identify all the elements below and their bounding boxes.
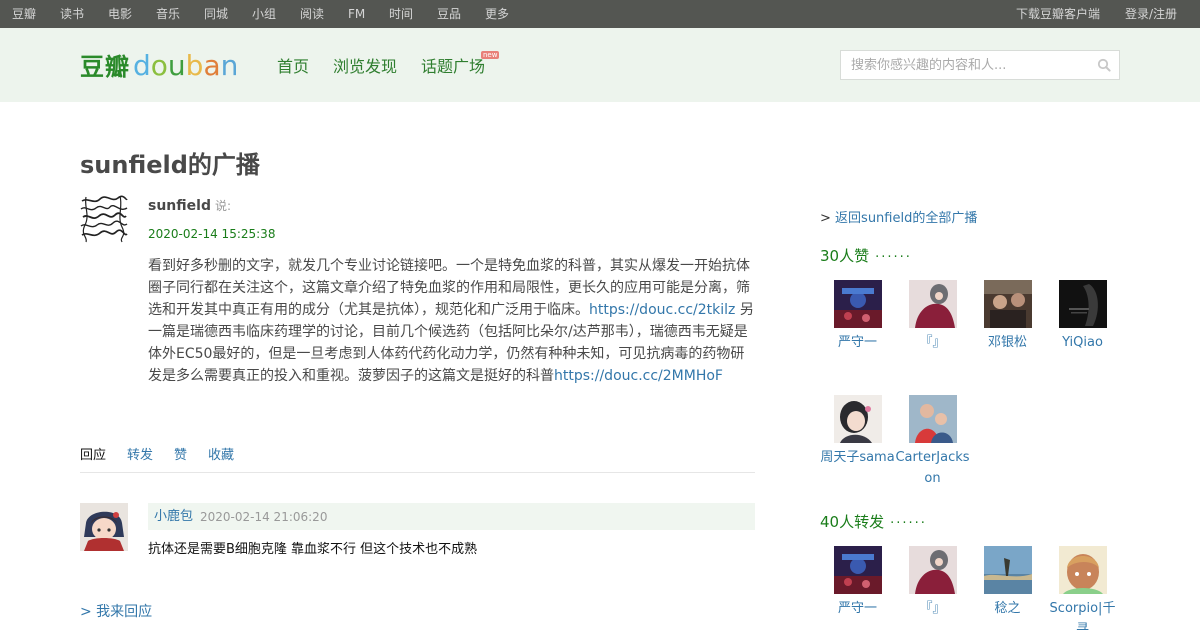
resharer: 严守一: [820, 546, 895, 619]
global-nav-item-local[interactable]: 同城: [204, 7, 228, 21]
reshares-section-title: 40人转发 ······: [820, 512, 927, 534]
logo-letter: n: [220, 49, 239, 82]
reply-time: 2020-02-14 21:06:20: [200, 510, 328, 524]
search-input[interactable]: [851, 51, 1091, 79]
liker: 严守一: [820, 280, 895, 353]
global-nav-item-more[interactable]: 更多: [485, 7, 509, 21]
back-link-arrow: >: [820, 211, 831, 226]
reply-meta: 小鹿包 2020-02-14 21:06:20: [148, 503, 755, 530]
tab-reply[interactable]: 回应: [80, 447, 106, 464]
resharer-avatar[interactable]: [983, 546, 1032, 594]
post-time[interactable]: 2020-02-14 15:25:38: [148, 227, 275, 242]
author-line: sunfield 说:: [148, 197, 231, 215]
new-badge: new: [481, 51, 500, 59]
resharer-name[interactable]: 稔之: [970, 598, 1045, 619]
nav-topics[interactable]: 话题广场: [421, 58, 485, 76]
resharer-avatar[interactable]: [833, 546, 882, 594]
liker: 『』: [895, 280, 970, 353]
logo-chinese: 豆瓣: [80, 53, 130, 81]
liker-avatar[interactable]: [908, 395, 957, 443]
logo-letter: d: [133, 49, 151, 82]
global-nav-item-douban[interactable]: 豆瓣: [12, 7, 36, 21]
logo-letter: u: [167, 49, 186, 82]
post-link-1[interactable]: https://douc.cc/2tkilz: [589, 302, 735, 318]
resharer-name[interactable]: 『』: [895, 598, 970, 619]
reshares-count: 40人转发: [820, 513, 885, 531]
author-name[interactable]: sunfield: [148, 198, 211, 214]
global-nav-item-book[interactable]: 读书: [60, 7, 84, 21]
liker-avatar[interactable]: [833, 280, 882, 328]
likes-count: 30人赞: [820, 247, 870, 265]
logo-letter: o: [150, 49, 168, 82]
global-nav-item-fm[interactable]: FM: [348, 7, 365, 21]
post-link-2[interactable]: https://douc.cc/2MMHoF: [554, 368, 723, 384]
resharer: Scorpio|千寻: [1045, 546, 1120, 630]
global-nav: 豆瓣 读书 电影 音乐 同城 小组 阅读 FM 时间 豆品 更多 下载豆瓣客户端…: [0, 0, 1200, 28]
logo-letter: b: [185, 49, 204, 82]
liker-avatar[interactable]: [833, 395, 882, 443]
liker-name[interactable]: YiQiao: [1045, 332, 1120, 353]
resharer: 『』: [895, 546, 970, 619]
liker-name[interactable]: 邓银松: [970, 332, 1045, 353]
page-title: sunfield的广播: [80, 151, 260, 179]
search-icon[interactable]: [1097, 58, 1111, 72]
resharer-name[interactable]: 严守一: [820, 598, 895, 619]
global-nav-item-market[interactable]: 豆品: [437, 7, 461, 21]
liker-name[interactable]: 『』: [895, 332, 970, 353]
back-to-all-statuses-link[interactable]: > 返回sunfield的全部广播: [820, 210, 977, 228]
reply-text: 抗体还是需要B细胞克隆 靠血浆不行 但这个技术也不成熟: [148, 542, 478, 557]
global-nav-item-movie[interactable]: 电影: [108, 7, 132, 21]
liker: 邓银松: [970, 280, 1045, 353]
back-link-label: 返回sunfield的全部广播: [835, 211, 978, 226]
download-app-link[interactable]: 下载豆瓣客户端: [1016, 7, 1100, 21]
liker-avatar[interactable]: [1058, 280, 1107, 328]
likes-section-title: 30人赞 ······: [820, 246, 912, 268]
author-avatar[interactable]: [80, 195, 128, 243]
likes-dots: ······: [875, 250, 912, 265]
reshares-dots: ······: [890, 516, 927, 531]
resharer-name[interactable]: Scorpio|千寻: [1045, 598, 1120, 630]
global-nav-item-music[interactable]: 音乐: [156, 7, 180, 21]
liker-avatar[interactable]: [983, 280, 1032, 328]
nav-explore[interactable]: 浏览发现: [333, 58, 397, 76]
add-reply-link[interactable]: > 我来回应: [80, 603, 152, 621]
global-nav-item-time[interactable]: 时间: [389, 7, 413, 21]
resharer-avatar[interactable]: [1058, 546, 1107, 594]
liker-avatar[interactable]: [908, 280, 957, 328]
global-nav-item-group[interactable]: 小组: [252, 7, 276, 21]
liker-name[interactable]: 周天子sama: [820, 447, 895, 468]
search-box: [840, 50, 1120, 80]
resharer-avatar[interactable]: [908, 546, 957, 594]
login-register-link[interactable]: 登录/注册: [1125, 7, 1177, 21]
action-tabs: 回应 转发 赞 收藏: [80, 445, 755, 473]
global-nav-item-read[interactable]: 阅读: [300, 7, 324, 21]
reply-avatar[interactable]: [80, 503, 128, 551]
author-said-label: 说:: [214, 199, 232, 213]
nav-home[interactable]: 首页: [277, 58, 309, 76]
liker-name[interactable]: CarterJackson: [895, 447, 970, 489]
tab-like[interactable]: 赞: [174, 447, 187, 464]
liker: 周天子sama: [820, 395, 895, 468]
reply-username[interactable]: 小鹿包: [154, 509, 193, 525]
logo-english: douban: [133, 49, 238, 82]
liker: CarterJackson: [895, 395, 970, 489]
post-body: 看到好多秒删的文字，就发几个专业讨论链接吧。一个是特免血浆的科普，其实从爆发一开…: [148, 255, 756, 387]
tab-reshare[interactable]: 转发: [127, 447, 153, 464]
liker-name[interactable]: 严守一: [820, 332, 895, 353]
site-header: 豆瓣 douban 首页 浏览发现 话题广场 new: [0, 28, 1200, 102]
resharer: 稔之: [970, 546, 1045, 619]
liker: YiQiao: [1045, 280, 1120, 353]
tab-collect[interactable]: 收藏: [208, 447, 234, 464]
logo-letter: a: [203, 49, 221, 82]
